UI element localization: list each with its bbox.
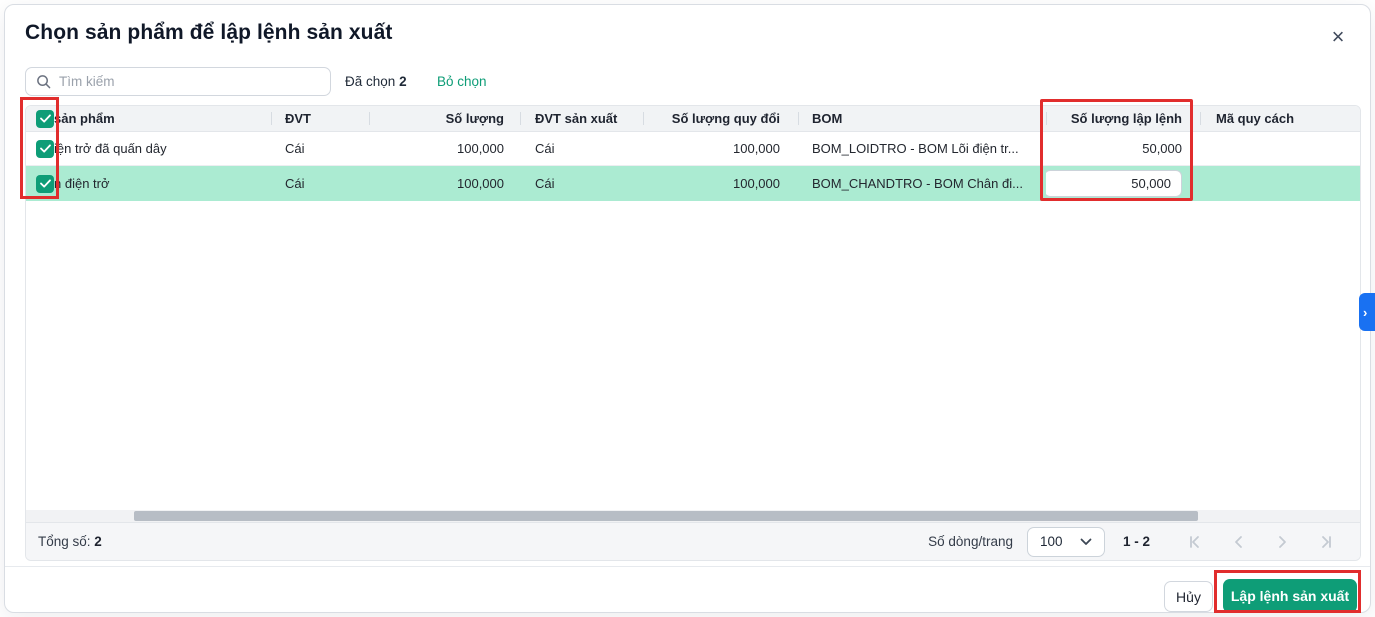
last-page-icon[interactable] xyxy=(1303,527,1346,557)
search-box[interactable] xyxy=(25,67,331,96)
col-header-order-quantity: Số lượng lập lệnh xyxy=(1046,106,1200,131)
cell-unit: Cái xyxy=(285,141,305,156)
cell-spec-code xyxy=(1200,166,1360,201)
col-header-quantity: Số lượng xyxy=(369,106,520,131)
search-input[interactable] xyxy=(59,69,330,94)
product-table: sản phẩm ĐVT Số lượng ĐVT sản xuất Số lư… xyxy=(25,105,1361,561)
first-page-icon[interactable] xyxy=(1174,527,1217,557)
col-header-bom: BOM xyxy=(798,106,1046,131)
col-header-unit: ĐVT xyxy=(271,106,369,131)
cell-quantity: 100,000 xyxy=(457,141,504,156)
col-header-converted-quantity: Số lượng quy đổi xyxy=(643,106,798,131)
select-all-checkbox[interactable] xyxy=(36,109,54,128)
cell-bom: BOM_LOIDTRO - BOM Lõi điện tr... xyxy=(812,141,1019,156)
close-icon[interactable]: × xyxy=(1324,23,1352,51)
search-icon xyxy=(37,75,51,89)
cell-production-unit: Cái xyxy=(535,176,555,191)
table-header-row: sản phẩm ĐVT Số lượng ĐVT sản xuất Số lư… xyxy=(26,106,1360,132)
rows-per-page-select[interactable]: 100 xyxy=(1026,526,1105,557)
cell-order-quantity: 50,000 xyxy=(1142,141,1182,156)
col-header-spec-code: Mã quy cách xyxy=(1200,106,1360,131)
prev-page-icon[interactable] xyxy=(1217,527,1260,557)
screen: Chọn sản phẩm để lập lệnh sản xuất × Đã … xyxy=(0,0,1375,617)
scrollbar-thumb[interactable] xyxy=(134,511,1198,521)
header-select-all-cell xyxy=(26,106,54,131)
check-icon xyxy=(39,114,51,123)
cell-product: n điện trở xyxy=(54,176,110,191)
table-footer: Tổng số: 2 Số dòng/trang 100 1 - 2 xyxy=(26,522,1360,560)
selected-count: Đã chọn 2 xyxy=(345,74,407,89)
expand-panel-icon[interactable]: › xyxy=(1359,293,1375,331)
table-row[interactable]: iện trở đã quấn dây Cái 100,000 Cái 100,… xyxy=(26,132,1360,166)
row-checkbox-cell xyxy=(26,132,54,165)
page-range: 1 - 2 xyxy=(1122,534,1150,549)
cell-production-unit: Cái xyxy=(535,141,555,156)
row-checkbox[interactable] xyxy=(36,174,54,193)
check-icon xyxy=(39,179,51,188)
next-page-icon[interactable] xyxy=(1260,527,1303,557)
cell-order-quantity-editable xyxy=(1046,166,1200,201)
footer-divider xyxy=(5,566,1370,567)
cell-spec-code xyxy=(1200,132,1360,165)
chevron-down-icon xyxy=(1080,538,1092,545)
col-header-product: sản phẩm xyxy=(54,111,115,126)
rows-per-page-label: Số dòng/trang xyxy=(928,534,1013,549)
cell-converted-quantity: 100,000 xyxy=(733,141,780,156)
cell-product: iện trở đã quấn dây xyxy=(54,141,167,156)
table-empty-area xyxy=(26,201,1360,510)
cell-unit: Cái xyxy=(285,176,305,191)
submit-button[interactable]: Lập lệnh sản xuất xyxy=(1223,579,1357,613)
horizontal-scrollbar xyxy=(26,510,1360,522)
cell-bom: BOM_CHANDTRO - BOM Chân đi... xyxy=(812,176,1023,191)
table-row-selected[interactable]: n điện trở Cái 100,000 Cái 100,000 BOM_C… xyxy=(26,166,1360,201)
cell-converted-quantity: 100,000 xyxy=(733,176,780,191)
col-header-production-unit: ĐVT sản xuất xyxy=(520,106,643,131)
check-icon xyxy=(39,144,51,153)
cell-quantity: 100,000 xyxy=(457,176,504,191)
total-count: Tổng số: 2 xyxy=(38,534,102,549)
row-checkbox[interactable] xyxy=(36,139,54,158)
modal-title: Chọn sản phẩm để lập lệnh sản xuất xyxy=(25,21,393,44)
row-checkbox-cell xyxy=(26,166,54,201)
select-product-modal: Chọn sản phẩm để lập lệnh sản xuất × Đã … xyxy=(4,4,1371,613)
deselect-link[interactable]: Bỏ chọn xyxy=(437,74,487,89)
order-quantity-input[interactable] xyxy=(1046,170,1182,197)
cancel-button[interactable]: Hủy xyxy=(1164,581,1213,612)
